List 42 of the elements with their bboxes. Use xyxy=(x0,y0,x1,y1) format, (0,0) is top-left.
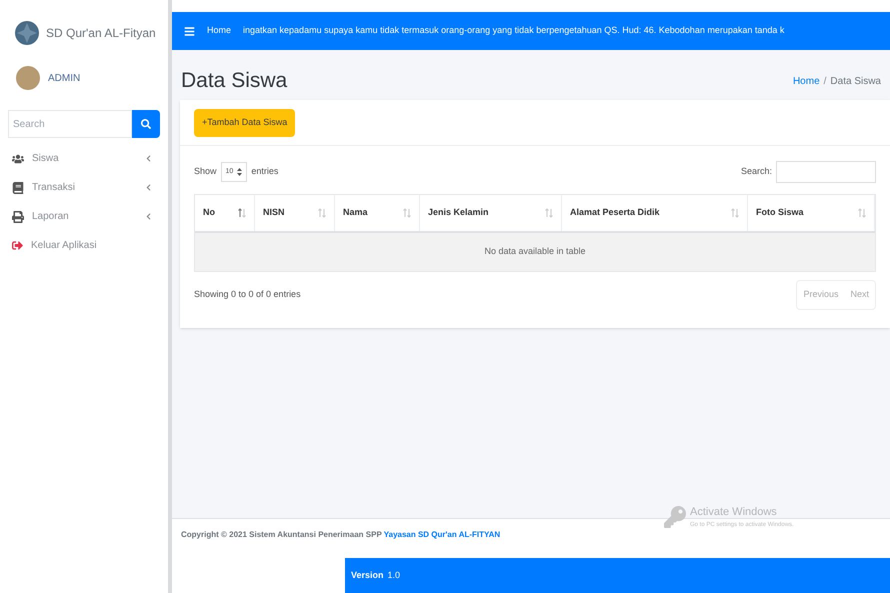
logout-icon xyxy=(12,240,23,251)
sidebar-item[interactable]: Keluar Aplikasi xyxy=(0,231,168,260)
add-student-button[interactable]: +Tambah Data Siswa xyxy=(194,108,296,136)
select-caret-icon xyxy=(237,168,242,176)
entries-label: entries xyxy=(251,165,278,178)
column-header[interactable]: NISN xyxy=(255,195,335,231)
column-header[interactable]: Foto Siswa xyxy=(748,195,875,231)
empty-row: No data available in table xyxy=(195,233,875,271)
breadcrumb-item: Data Siswa xyxy=(830,74,881,88)
sidebar-item[interactable]: Siswa xyxy=(0,144,168,173)
search-icon xyxy=(141,119,151,129)
column-header[interactable]: Alamat Peserta Didik xyxy=(562,195,748,231)
version-bar: Version 1.0 xyxy=(345,558,890,593)
search-label: Search: xyxy=(740,165,772,178)
book-icon xyxy=(12,182,24,194)
menu-icon[interactable] xyxy=(184,26,195,36)
search-field[interactable]: Search xyxy=(8,110,132,138)
sidebar-item[interactable]: Transaksi xyxy=(0,173,168,202)
footer-link[interactable]: Yayasan SD Qur'an AL-FITYAN xyxy=(384,530,500,539)
users-icon xyxy=(12,152,24,164)
activation-title: Activate Windows xyxy=(690,505,778,520)
column-header[interactable]: Jenis Kelamin xyxy=(420,195,562,231)
page-title: Data Siswa xyxy=(181,68,288,94)
breadcrumb-separator: / xyxy=(824,74,826,88)
avatar-icon xyxy=(16,66,40,90)
marquee-text: ingatkan kepadamu supaya kamu tidak termasuk orang-orang yang tidak berpengetahuan QS. Hud: 46. Kebodohan merupakan tanda k xyxy=(243,24,784,38)
key-icon xyxy=(664,506,686,528)
copyright-text: Copyright © 2021 Sistem Akuntansi Penerimaan SPP xyxy=(181,530,383,539)
sidebar-item[interactable]: Laporan xyxy=(0,202,168,231)
table-search-field[interactable] xyxy=(776,161,876,183)
pagination-button[interactable]: Next xyxy=(844,281,875,308)
breadcrumb-item[interactable]: Home xyxy=(792,74,820,88)
column-header[interactable]: Nama xyxy=(335,195,420,231)
brand-name[interactable]: SD Qur'an AL-Fityan xyxy=(46,24,156,42)
logo-icon xyxy=(12,18,42,48)
column-header[interactable]: No xyxy=(195,195,255,231)
table-info: Showing 0 to 0 of 0 entries xyxy=(194,288,301,301)
user-name[interactable]: ADMIN xyxy=(48,70,80,86)
show-label: Show xyxy=(194,165,217,178)
home-link[interactable]: Home xyxy=(207,24,232,38)
search-button[interactable] xyxy=(132,110,160,138)
printer-icon xyxy=(12,210,24,222)
